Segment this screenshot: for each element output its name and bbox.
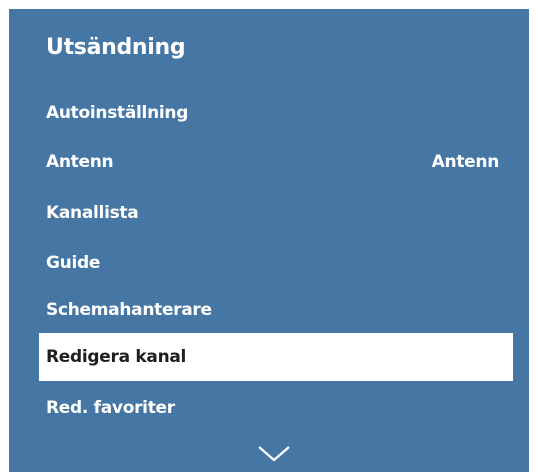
menu-item-label: Antenn bbox=[46, 152, 114, 172]
menu-item-guide[interactable]: Guide bbox=[39, 239, 513, 287]
menu-item-antenn[interactable]: Antenn Antenn bbox=[39, 138, 513, 186]
menu-item-label: Autoinställning bbox=[46, 103, 189, 123]
menu-item-label: Schemahanterare bbox=[46, 300, 212, 320]
menu-item-kanallista[interactable]: Kanallista bbox=[39, 189, 513, 237]
menu-item-autoinstallning[interactable]: Autoinställning bbox=[39, 89, 513, 137]
broadcast-menu-panel: Utsändning Autoinställning Antenn Antenn… bbox=[9, 9, 529, 472]
scroll-down-button[interactable] bbox=[256, 444, 292, 464]
menu-item-label: Redigera kanal bbox=[46, 347, 187, 367]
menu-item-schemahanterare[interactable]: Schemahanterare bbox=[39, 286, 513, 334]
chevron-down-icon bbox=[258, 446, 290, 462]
menu-item-value: Antenn bbox=[431, 152, 500, 172]
menu-item-label: Red. favoriter bbox=[46, 398, 175, 418]
panel-title: Utsändning bbox=[46, 35, 186, 60]
menu-item-label: Kanallista bbox=[46, 203, 139, 223]
menu-item-label: Guide bbox=[46, 253, 101, 273]
menu-item-redigera-kanal[interactable]: Redigera kanal bbox=[39, 333, 513, 381]
menu-item-red-favoriter[interactable]: Red. favoriter bbox=[39, 384, 513, 432]
